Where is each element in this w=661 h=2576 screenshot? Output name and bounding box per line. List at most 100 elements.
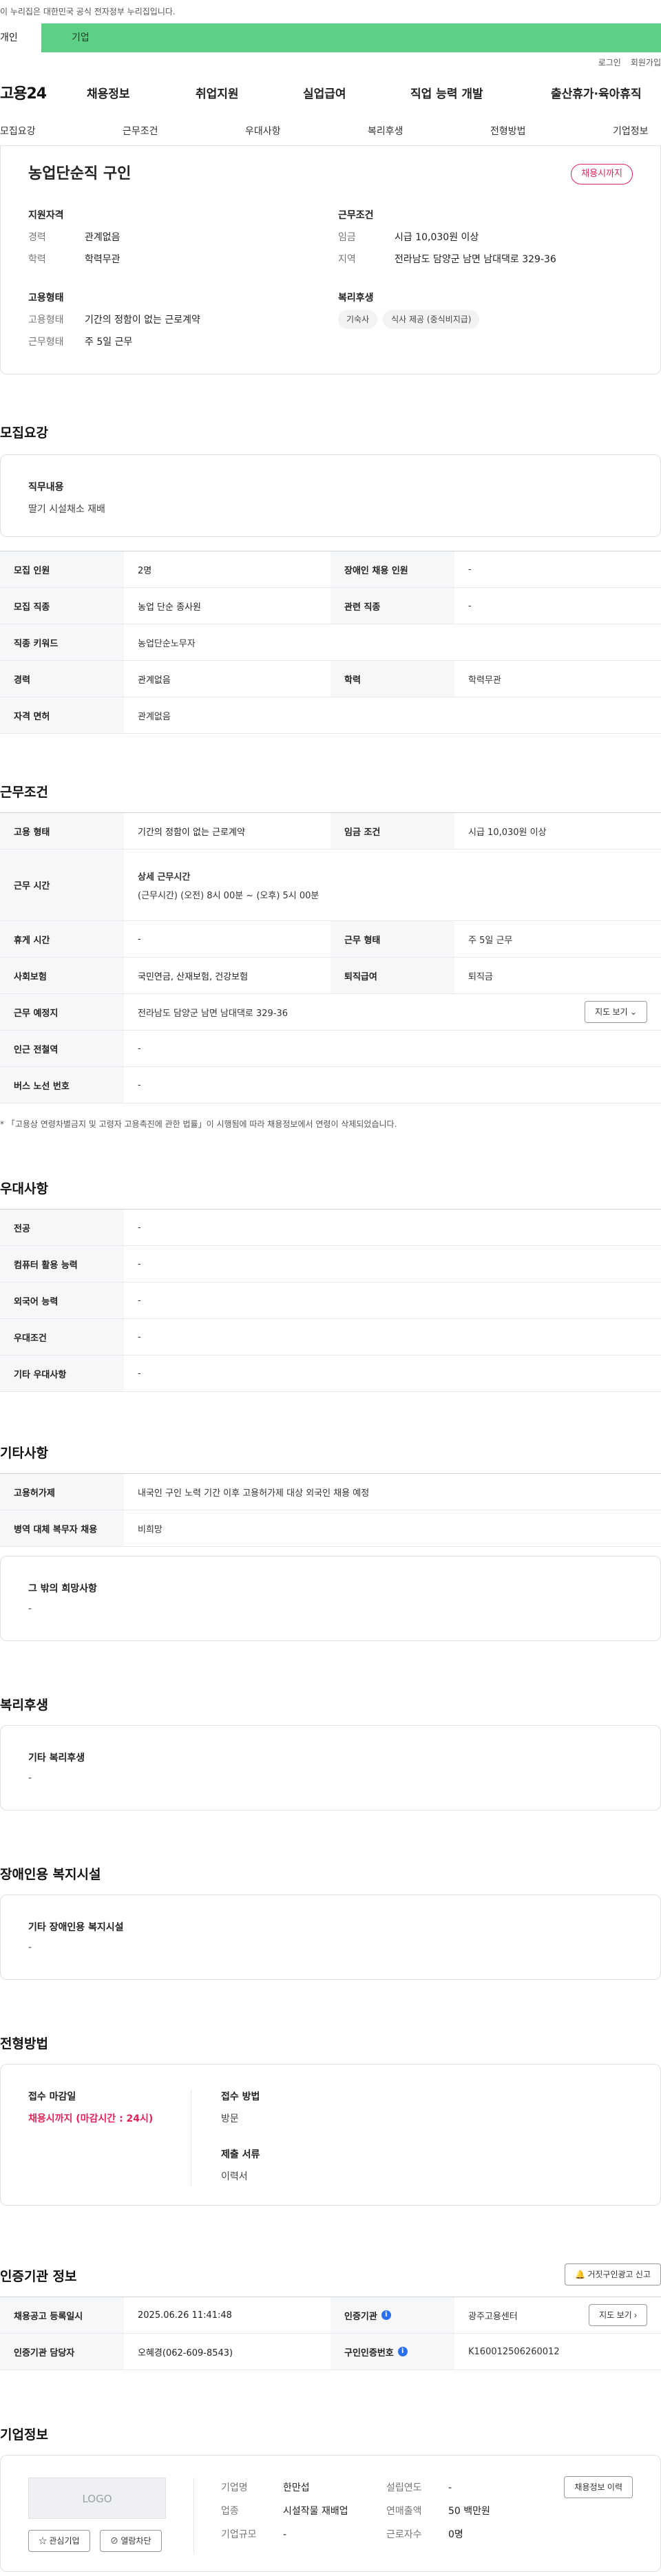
gnb-menu-parental-leave[interactable]: 출산휴가·육아휴직 <box>551 84 642 101</box>
company-box: LOGO ☆ 관심기업 ⊘ 열람차단 기업명 한만섭 업종 시설작물 재배업 기업규… <box>0 2455 661 2572</box>
gnb-menu-unemployment-benefit[interactable]: 실업급여 <box>303 84 346 101</box>
recruit-table: 모집 인원 2명 장애인 채용 인원 - 모집 직종 농업 단순 종사원 관련 직종 -… <box>0 551 661 734</box>
selection-heading: 전형방법 <box>0 2036 48 2051</box>
table-row: 컴퓨터 활용 능력 - <box>0 1246 661 1282</box>
disabled-title: 기타 장애인용 복지시설 <box>28 1922 124 1933</box>
job-title: 농업단순직 구인 <box>28 165 132 182</box>
anchor-selection[interactable]: 전형방법 <box>490 124 526 138</box>
table-row: 모집 직종 농업 단순 종사원 관련 직종 - <box>0 588 661 624</box>
gnb-menu-jobs[interactable]: 채용정보 <box>87 84 130 101</box>
section-anchor-nav: 모집요강 근무조건 우대사항 복리후생 전형방법 기업정보 <box>0 113 661 146</box>
gnb-menu-employment-support[interactable]: 취업지원 <box>196 84 239 101</box>
gov-notice-text: 이 누리집은 대한민국 공식 전자정부 누리집입니다. <box>0 7 176 17</box>
site-logo[interactable]: 고용24 <box>0 81 47 103</box>
welfare-chip: 기숙사 <box>338 310 378 329</box>
util-links: 로그인 회원가입 <box>0 52 661 72</box>
company-sales: 연매출액 50 백만원 <box>386 2506 490 2517</box>
anchor-work[interactable]: 근무조건 <box>123 124 158 138</box>
qualification-career: 경력 관계없음 <box>28 232 120 243</box>
table-row: 휴게 시간 - 근무 형태 주 5일 근무 <box>0 921 661 958</box>
prefer-heading: 우대사항 <box>0 1181 48 1196</box>
welfare-title: 기타 복리후생 <box>28 1753 85 1764</box>
anchor-company[interactable]: 기업정보 <box>613 124 649 138</box>
join-link[interactable]: 회원가입 <box>631 56 661 68</box>
company-founded: 설립연도 - <box>386 2482 452 2493</box>
table-row: 고용허가제 내국인 구인 노력 기간 이후 고용허가제 대상 외국인 채용 예정 <box>0 1474 661 1510</box>
login-link[interactable]: 로그인 <box>598 56 621 68</box>
anchor-welfare[interactable]: 복리후생 <box>368 124 403 138</box>
work-time-title: 상세 근무시간 <box>138 872 191 883</box>
table-row: 근무 예정지 전라남도 담양군 남면 남대댁로 329-36 지도 보기 ⌄ <box>0 994 661 1031</box>
report-false-ad-button[interactable]: 🔔 거짓구인광고 신고 <box>565 2263 661 2285</box>
other-wish-value: - <box>28 1603 32 1614</box>
deadline-title: 접수 마감일 <box>28 2091 76 2102</box>
qualification-education: 학력 학력무관 <box>28 254 120 265</box>
recruit-history-button[interactable]: 채용정보 이력 <box>564 2476 633 2498</box>
table-row: 외국어 능력 - <box>0 1282 661 1319</box>
work-table: 고용 형태 기간의 정함이 없는 근로계약 임금 조건 시급 10,030원 이상 … <box>0 812 661 1104</box>
conditions-heading: 근무조건 <box>338 210 374 221</box>
job-summary-card: 농업단순직 구인 채용시까지 지원자격 경력 관계없음 학력 학력무관 고용형태 고… <box>0 146 661 374</box>
work-place-value: 전라남도 담양군 남면 남대댁로 329-36 <box>138 1008 288 1019</box>
work-heading: 근무조건 <box>0 785 48 800</box>
tab-personal[interactable]: 개인 <box>0 23 41 52</box>
employment-heading: 고용형태 <box>28 293 64 304</box>
qualification-heading: 지원자격 <box>28 210 64 221</box>
company-size: 기업규모 - <box>221 2529 287 2540</box>
favorite-company-button[interactable]: ☆ 관심기업 <box>28 2530 90 2552</box>
global-nav: 고용24 채용정보 취업지원 실업급여 직업 능력 개발 출산휴가·육아휴직 <box>0 72 661 113</box>
bell-icon: 🔔 <box>575 2270 585 2279</box>
cert-table: 채용공고 등록일시 2025.06.26 11:41:48 인증기관 i 광주고용센… <box>0 2297 661 2370</box>
etc-heading: 기타사항 <box>0 1446 48 1461</box>
other-wish-box: 그 밖의 희망사항 - <box>0 1556 661 1641</box>
block-view-button[interactable]: ⊘ 열람차단 <box>100 2530 162 2552</box>
recruit-heading: 모집요강 <box>0 425 48 441</box>
table-row: 전공 - <box>0 1210 661 1246</box>
map-button[interactable]: 지도 보기 ⌄ <box>585 1001 647 1023</box>
anchor-recruit[interactable]: 모집요강 <box>0 124 36 138</box>
table-row: 직종 키워드 농업단순노무자 <box>0 624 661 661</box>
table-row: 병역 대체 복무자 채용 비희망 <box>0 1510 661 1547</box>
info-icon[interactable]: i <box>381 2310 391 2320</box>
welfare-chips: 기숙사 식사 제공 (중식비지급) <box>338 310 485 329</box>
work-form: 근무형태 주 5일 근무 <box>28 337 133 348</box>
job-desc-box: 직무내용 딸기 시설채소 재배 <box>0 454 661 537</box>
docs-title: 제출 서류 <box>221 2149 260 2160</box>
table-row: 자격 면허 관계없음 <box>0 697 661 734</box>
conditions-wage: 임금 시급 10,030원 이상 <box>338 232 479 243</box>
table-row: 고용 형태 기간의 정함이 없는 근로계약 임금 조건 시급 10,030원 이상 <box>0 813 661 849</box>
job-desc-title: 직무내용 <box>28 482 64 493</box>
work-time-value: (근무시간) (오전) 8시 00분 ~ (오후) 5시 00분 <box>138 890 319 901</box>
info-icon[interactable]: i <box>397 2347 408 2356</box>
deadline-value: 채용시까지 (마감시간 : 24시) <box>28 2113 154 2124</box>
gov-notice-bar: 이 누리집은 대한민국 공식 전자정부 누리집입니다. <box>0 0 661 23</box>
table-row: 인근 전철역 - <box>0 1031 661 1067</box>
age-law-note: * 「고용상 연령차별금지 및 고령자 고용촉진에 관한 법률」이 시행됨에 따… <box>0 1119 397 1129</box>
agency-value: 광주고용센터 <box>468 2311 518 2322</box>
tab-company[interactable]: 기업 <box>41 23 661 52</box>
method-value: 방문 <box>221 2113 239 2124</box>
welfare-section-heading: 복리후생 <box>0 1698 48 1713</box>
conditions-region: 지역 전라남도 담양군 남면 남대댁로 329-36 <box>338 254 556 265</box>
welfare-heading: 복리후생 <box>338 293 374 304</box>
block-icon: ⊘ <box>110 2536 119 2546</box>
gnb-menu-vocational-training[interactable]: 직업 능력 개발 <box>410 84 483 101</box>
table-row: 경력 관계없음 학력 학력무관 <box>0 661 661 697</box>
company-staff: 근로자수 0명 <box>386 2529 463 2540</box>
disabled-value: - <box>28 1942 32 1953</box>
chevron-right-icon: › <box>634 2310 637 2320</box>
table-row: 모집 인원 2명 장애인 채용 인원 - <box>0 551 661 588</box>
table-row: 기타 우대사항 - <box>0 1355 661 1392</box>
table-row: 근무 시간 상세 근무시간 (근무시간) (오전) 8시 00분 ~ (오후) … <box>0 849 661 921</box>
agency-map-button[interactable]: 지도 보기 › <box>589 2304 647 2326</box>
company-industry: 업종 시설작물 재배업 <box>221 2506 348 2517</box>
anchor-prefer[interactable]: 우대사항 <box>245 124 281 138</box>
cert-heading: 인증기관 정보 <box>0 2269 77 2284</box>
table-row: 우대조건 - <box>0 1319 661 1355</box>
chevron-down-icon: ⌄ <box>629 1007 637 1017</box>
table-row: 사회보험 국민연금, 산재보험, 건강보험 퇴직급여 퇴직금 <box>0 958 661 994</box>
divider <box>193 2478 194 2553</box>
table-row: 인증기관 담당자 오혜경(062-609-8543) 구인인증번호 i K16001… <box>0 2334 661 2370</box>
welfare-chip: 식사 제공 (중식비지급) <box>383 310 480 329</box>
star-icon: ☆ <box>39 2536 48 2546</box>
